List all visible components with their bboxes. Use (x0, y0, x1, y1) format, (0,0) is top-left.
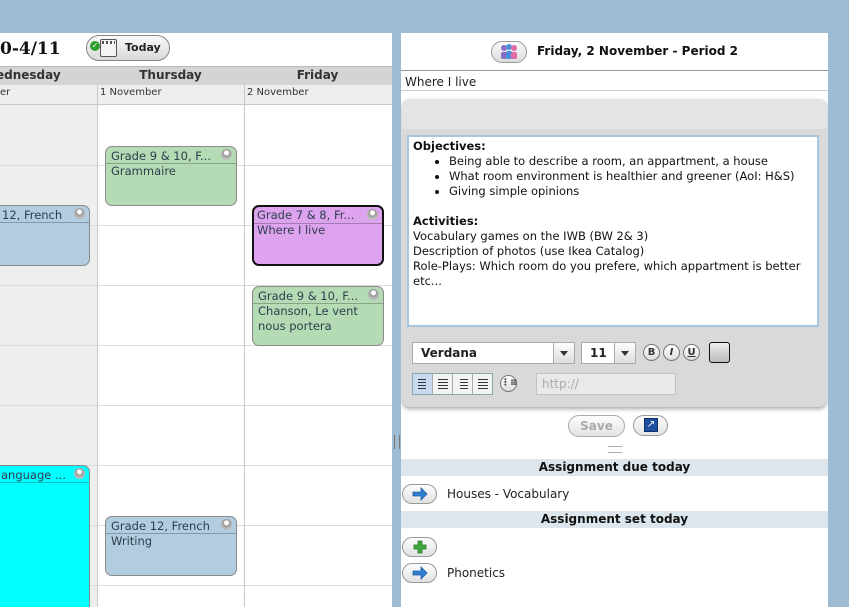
editor-top-bar (402, 99, 827, 129)
event-title: Grade 9 & 10, F... (111, 149, 211, 163)
open-assignment-button[interactable] (402, 484, 437, 504)
open-external-button[interactable]: ↗ (633, 415, 668, 436)
date-friday: 2 November (247, 87, 309, 98)
font-size-value: 11 (590, 346, 607, 360)
bullet-list-button[interactable]: ⋮≡ (500, 375, 518, 392)
week-range-title: 0-4/11 (0, 39, 61, 59)
bold-button[interactable]: B (643, 344, 660, 361)
person-icon (74, 468, 85, 479)
day-header-row: ednesday Thursday Friday (0, 66, 392, 86)
plus-icon (413, 540, 427, 554)
link-url-input[interactable]: http:// (536, 373, 676, 395)
calendar-event[interactable]: Grade 12, French Writing (105, 516, 237, 576)
panel-splitter[interactable] (392, 33, 401, 607)
assignment-set-item[interactable]: Phonetics (447, 566, 505, 580)
activities-heading: Activities: (413, 214, 479, 228)
justify-icon (478, 379, 488, 389)
column-divider (97, 85, 98, 607)
text-color-picker[interactable] (709, 342, 730, 363)
resize-handle-icon[interactable] (608, 446, 622, 453)
event-title: Grade 7 & 8, Fr... (257, 208, 355, 222)
column-divider (244, 85, 245, 607)
underline-button[interactable]: U (683, 344, 700, 361)
font-family-value: Verdana (421, 346, 478, 360)
objective-item: What room environment is healthier and g… (449, 169, 813, 184)
arrow-right-icon (412, 566, 428, 580)
checkmark-icon: ✓ (90, 41, 100, 51)
person-icon (221, 149, 232, 160)
person-icon (368, 289, 379, 300)
font-family-select[interactable]: Verdana (412, 342, 575, 364)
event-lesson: Where I live (257, 223, 326, 237)
today-button[interactable]: ✓ Today (86, 35, 170, 61)
person-icon (367, 209, 378, 220)
top-background (0, 0, 849, 33)
calendar-icon (100, 39, 117, 57)
calendar-event[interactable]: Grade 9 & 10, F... Grammaire (105, 146, 237, 206)
event-title: Grade 9 & 10, F... (258, 289, 358, 303)
add-assignment-button[interactable] (402, 537, 437, 557)
activity-line: Description of photos (use Ikea Catalog) (413, 244, 645, 258)
period-line (0, 405, 392, 406)
justify-button[interactable] (473, 374, 493, 394)
save-button[interactable]: Save (568, 415, 625, 437)
align-right-button[interactable] (453, 374, 473, 394)
date-wednesday: er (0, 87, 11, 98)
event-title: anguage ... (1, 468, 66, 482)
chevron-down-icon (614, 343, 635, 363)
objectives-heading: Objectives: (413, 139, 486, 153)
lesson-panel: Friday, 2 November - Period 2 Where I li… (401, 33, 828, 607)
students-button[interactable] (491, 41, 527, 63)
person-icon (221, 519, 232, 530)
align-left-button[interactable] (413, 374, 433, 394)
day-thursday: Thursday (139, 68, 202, 82)
italic-button[interactable]: I (663, 344, 680, 361)
external-link-icon: ↗ (644, 418, 658, 432)
assignment-set-heading: Assignment set today (401, 511, 828, 528)
assignment-due-item[interactable]: Houses - Vocabulary (447, 487, 569, 501)
arrow-right-icon (412, 487, 428, 501)
open-assignment-button[interactable] (402, 563, 437, 583)
chevron-down-icon (553, 343, 574, 363)
align-right-icon (460, 379, 468, 389)
date-row: er 1 November 2 November (0, 85, 392, 105)
objective-item: Being able to describe a room, an appart… (449, 154, 813, 169)
font-size-select[interactable]: 11 (581, 342, 636, 364)
person-icon (74, 208, 85, 219)
week-calendar: 0-4/11 ✓ Today ednesday Thursday Friday … (0, 33, 392, 607)
event-lesson: Writing (111, 534, 153, 548)
activity-line: Role-Plays: Which room do you prefere, w… (413, 259, 801, 288)
notes-editor: Objectives: Being able to describe a roo… (402, 99, 827, 407)
lesson-header: Friday, 2 November - Period 2 (401, 33, 828, 70)
today-button-label: Today (125, 41, 161, 54)
calendar-event[interactable]: anguage ... (0, 465, 90, 607)
calendar-event-selected[interactable]: Grade 7 & 8, Fr... Where I live (252, 205, 384, 266)
lesson-title-input[interactable]: Where I live (401, 70, 828, 91)
objectives-list: Being able to describe a room, an appart… (413, 154, 813, 199)
align-left-icon (418, 379, 426, 389)
event-title: Grade 12, French (111, 519, 210, 533)
align-center-icon (438, 379, 448, 389)
assignment-due-heading: Assignment due today (401, 459, 828, 476)
align-center-button[interactable] (433, 374, 453, 394)
activity-line: Vocabulary games on the IWB (BW 2& 3) (413, 229, 649, 243)
event-lesson: Grammaire (111, 164, 176, 178)
notes-text-area[interactable]: Objectives: Being able to describe a roo… (407, 135, 819, 327)
alignment-group (412, 373, 493, 395)
objective-item: Giving simple opinions (449, 184, 813, 199)
date-thursday: 1 November (100, 87, 162, 98)
event-title: 12, French (2, 208, 63, 222)
lesson-date-title: Friday, 2 November - Period 2 (537, 44, 738, 58)
group-icon (501, 44, 517, 59)
splitter-grip-icon (394, 435, 400, 449)
day-friday: Friday (296, 68, 339, 82)
calendar-event[interactable]: 12, French (0, 205, 90, 266)
calendar-event[interactable]: Grade 9 & 10, F... Chanson, Le vent nous… (252, 286, 384, 346)
day-wednesday: ednesday (0, 68, 61, 82)
event-lesson: Chanson, Le vent nous portera (258, 304, 358, 333)
